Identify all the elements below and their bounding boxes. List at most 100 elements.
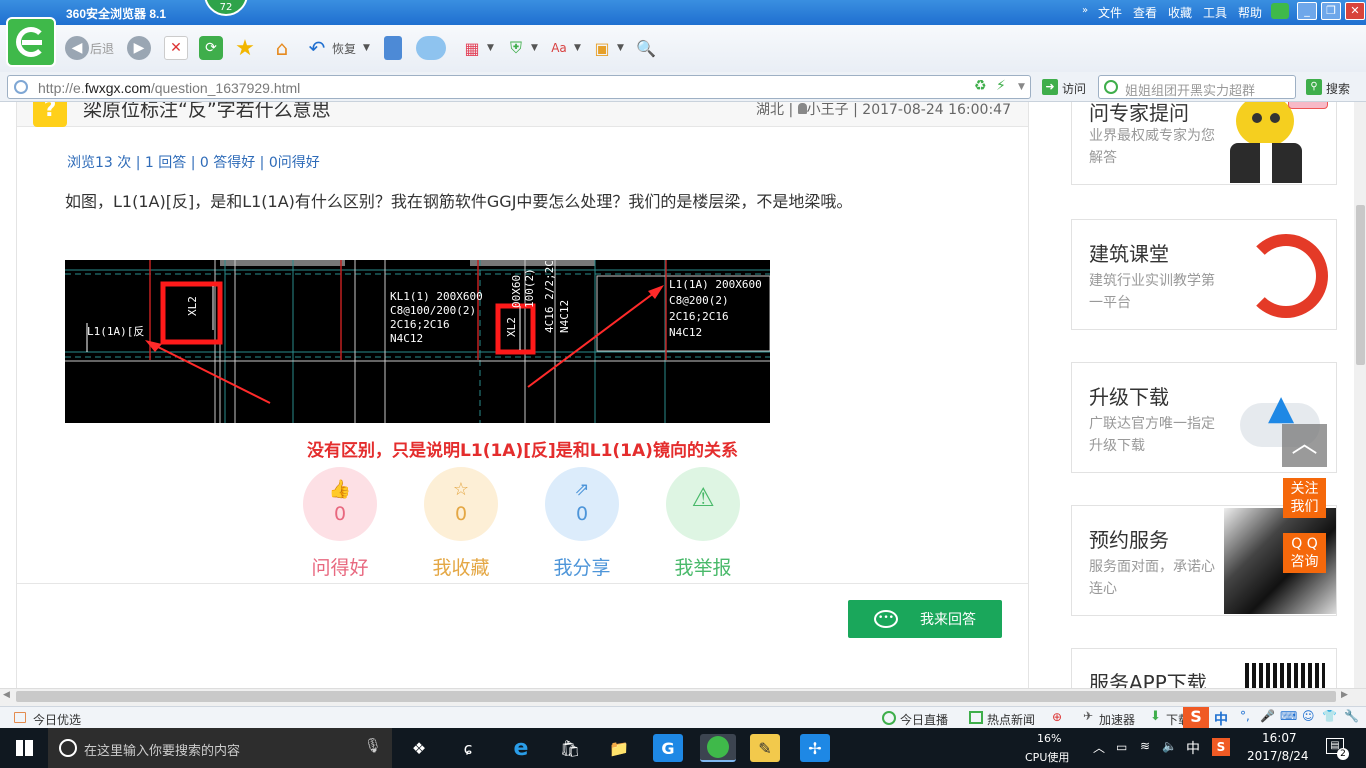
question-author[interactable]: 小王子 xyxy=(807,102,849,118)
action-good-question-label[interactable]: 问得好 xyxy=(290,553,390,580)
forward-arrow-icon[interactable]: ▶ xyxy=(127,36,151,60)
menu-file[interactable]: 文件 xyxy=(1098,4,1122,21)
clock-date[interactable]: 2017/8/24 xyxy=(1247,749,1309,763)
shield-dropdown-icon[interactable]: ▼ xyxy=(531,43,538,53)
file-explorer-icon[interactable]: 📁 xyxy=(604,734,634,762)
action-report[interactable]: ⚠ xyxy=(666,467,740,541)
sidebar-ask-expert[interactable]: 问专家提问 业界最权威专家为您解答 xyxy=(1071,102,1337,185)
status-news[interactable]: 热点新闻 xyxy=(987,711,1035,728)
emoji-icon[interactable]: ☺ xyxy=(1302,709,1315,723)
action-favorite[interactable]: ☆ 0 xyxy=(424,467,498,541)
back-label[interactable]: 后退 xyxy=(90,40,114,57)
lightning-icon[interactable]: ⚡ xyxy=(996,78,1006,94)
scroll-right-icon[interactable]: ▶ xyxy=(1341,690,1348,700)
answer-button-label: 我来回答 xyxy=(920,612,976,628)
font-size-icon[interactable]: Aa xyxy=(547,36,571,60)
cad-drawing-image[interactable]: L1(1A)[反 XL2 KL1(1) 200X600 C8@100/200(2)… xyxy=(65,260,770,423)
task-view-icon[interactable]: ❖ xyxy=(404,734,434,762)
home-icon[interactable]: ⌂ xyxy=(270,36,294,60)
address-url[interactable]: http://e.fwxgx.com/question_1637929.html xyxy=(38,80,300,96)
status-today-picks[interactable]: 今日优选 xyxy=(33,711,81,728)
refresh-icon[interactable]: ⟳ xyxy=(199,36,223,60)
store-icon[interactable]: 🛍 xyxy=(555,734,585,762)
status-accelerator[interactable]: 加速器 xyxy=(1099,711,1135,728)
vertical-scrollbar-thumb[interactable] xyxy=(1356,205,1365,365)
screenshot-icon[interactable]: ▣ xyxy=(590,36,614,60)
recycle-icon[interactable]: ♻ xyxy=(974,78,987,94)
restore-arrow-icon[interactable]: ↶ xyxy=(305,36,329,60)
plus-icon[interactable]: ⊕ xyxy=(1052,710,1062,724)
skin-shirt-icon[interactable] xyxy=(1271,3,1289,19)
address-dropdown-icon[interactable]: ▼ xyxy=(1018,82,1025,92)
menu-tools[interactable]: 工具 xyxy=(1203,4,1227,21)
wifi-icon[interactable]: ≋ xyxy=(1140,739,1150,753)
font-dropdown-icon[interactable]: ▼ xyxy=(574,43,581,53)
battery-icon[interactable]: ▭ xyxy=(1116,740,1127,754)
back-to-top-button[interactable]: ︿ xyxy=(1282,424,1327,467)
cad-left-label: L1(1A)[反 xyxy=(87,325,145,338)
menu-view[interactable]: 查看 xyxy=(1133,4,1157,21)
restore-dropdown-icon[interactable]: ▼ xyxy=(363,43,370,53)
visit-button[interactable]: 访问 xyxy=(1062,80,1086,97)
visit-arrow-icon[interactable]: ➜ xyxy=(1042,79,1058,95)
sogou-ime-icon[interactable]: S xyxy=(1183,707,1209,728)
menu-help[interactable]: 帮助 xyxy=(1238,4,1262,21)
cloud-icon[interactable] xyxy=(416,36,446,60)
search-magnifier-icon[interactable]: ⚲ xyxy=(1306,79,1322,95)
pinwheel-app-icon[interactable]: ✢ xyxy=(800,734,830,762)
stop-icon[interactable]: ✕ xyxy=(164,36,188,60)
action-share-label[interactable]: 我分享 xyxy=(532,553,632,580)
status-live[interactable]: 今日直播 xyxy=(900,711,948,728)
search-input[interactable]: 姐姐组团开黑实力超群 xyxy=(1098,75,1296,99)
minimize-button[interactable]: _ xyxy=(1297,2,1317,20)
vertical-scrollbar[interactable] xyxy=(1354,102,1366,688)
follow-us-button[interactable]: 关注 我们 xyxy=(1283,478,1326,518)
tray-chevron-up-icon[interactable]: ︿ xyxy=(1093,739,1105,756)
phone-icon[interactable] xyxy=(384,36,402,60)
action-favorite-label[interactable]: 我收藏 xyxy=(411,553,511,580)
screenshot-dropdown-icon[interactable]: ▼ xyxy=(617,43,624,53)
qr-code-icon[interactable] xyxy=(1245,663,1325,688)
tray-sogou-icon[interactable]: S xyxy=(1212,738,1230,756)
scroll-left-icon[interactable]: ◀ xyxy=(3,690,10,700)
sidebar-building-class[interactable]: 建筑课堂 建筑行业实训教学第一平台 xyxy=(1071,219,1337,330)
notes-icon[interactable]: ✎ xyxy=(750,734,780,762)
restore-label[interactable]: 恢复 xyxy=(332,40,356,57)
taskbar-search-box[interactable]: 在这里输入你要搜索的内容 🎙 xyxy=(48,728,392,768)
microphone-icon[interactable]: 🎙 xyxy=(364,738,382,754)
taskbar-360-browser-icon[interactable] xyxy=(700,734,736,762)
taskbar-browser-swirl-icon[interactable]: ɕ xyxy=(453,734,483,762)
windows-start-icon[interactable] xyxy=(16,740,33,756)
mic-icon[interactable]: 🎤 xyxy=(1260,709,1275,723)
search-button[interactable]: 搜索 xyxy=(1326,80,1350,97)
keyboard-icon[interactable]: ⌨ xyxy=(1280,709,1297,723)
shield-icon[interactable]: ⛨ xyxy=(504,36,528,60)
ime-mode-icon[interactable]: 中 xyxy=(1214,709,1228,729)
zoom-search-icon[interactable]: 🔍 xyxy=(634,36,658,60)
punctuation-icon[interactable]: °, xyxy=(1240,709,1250,723)
volume-icon[interactable]: 🔈 xyxy=(1162,739,1177,753)
action-report-label[interactable]: 我举报 xyxy=(653,553,753,580)
back-arrow-icon[interactable]: ◀ xyxy=(65,36,89,60)
search-engine-icon[interactable] xyxy=(1104,80,1118,94)
menu-expand-icon[interactable]: » xyxy=(1082,5,1088,16)
menu-favorites[interactable]: 收藏 xyxy=(1168,4,1192,21)
action-good-question[interactable]: 👍 0 xyxy=(303,467,377,541)
clock-time[interactable]: 16:07 xyxy=(1262,731,1297,745)
tray-ime[interactable]: 中 xyxy=(1186,738,1200,758)
maximize-button[interactable]: ❐ xyxy=(1321,2,1341,20)
close-window-button[interactable]: ✕ xyxy=(1345,2,1365,20)
apps-grid-icon[interactable]: ▦ xyxy=(460,36,484,60)
address-input[interactable]: http://e.fwxgx.com/question_1637929.html… xyxy=(7,75,1031,99)
sidebar-app-download[interactable]: 服务APP下载 xyxy=(1071,648,1337,688)
action-share[interactable]: ⇗ 0 xyxy=(545,467,619,541)
favorite-star-icon[interactable]: ★ xyxy=(233,36,257,61)
horizontal-scrollbar-thumb[interactable] xyxy=(16,691,1336,702)
glodon-g-icon[interactable]: G xyxy=(653,734,683,762)
wrench-icon[interactable]: 🔧 xyxy=(1344,709,1359,723)
answer-button[interactable]: ••• 我来回答 xyxy=(848,600,1002,638)
qq-consult-button[interactable]: Q Q 咨询 xyxy=(1283,533,1326,573)
edge-icon[interactable]: e xyxy=(506,734,536,762)
apps-dropdown-icon[interactable]: ▼ xyxy=(487,43,494,53)
skin-icon[interactable]: 👕 xyxy=(1322,709,1337,723)
